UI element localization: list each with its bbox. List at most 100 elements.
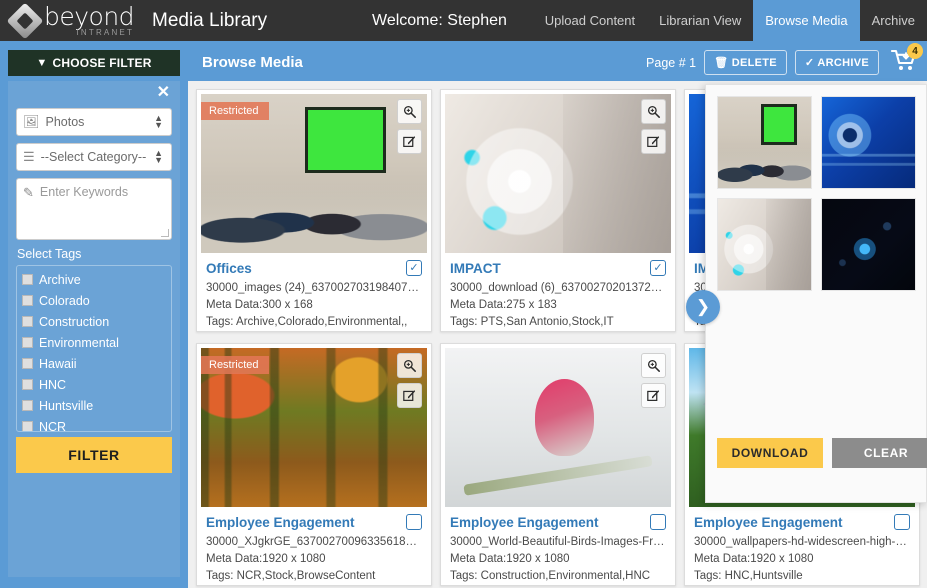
keywords-placeholder: Enter Keywords [39, 185, 129, 199]
media-type-value: Photos [45, 115, 85, 129]
card-image[interactable]: Restricted [201, 347, 427, 507]
keywords-input[interactable]: ✎ Enter Keywords [16, 178, 172, 240]
tag-item-ncr[interactable]: NCR [22, 416, 166, 431]
clear-button[interactable]: CLEAR [832, 438, 927, 468]
checkbox-icon[interactable] [22, 274, 33, 285]
filter-panel: ✕ 🖼 Photos ▲ ▼ ☰ --Select Category-- ▲ ▼ ✎… [8, 81, 180, 577]
edit-icon[interactable] [397, 382, 422, 408]
card-checkbox[interactable]: ✓ [406, 260, 422, 276]
trash-icon: 🗑 [714, 57, 729, 69]
archive-label: ARCHIVE [817, 57, 869, 69]
edit-icon[interactable] [397, 129, 422, 154]
tag-label: Archive [39, 272, 81, 287]
list-icon: ☰ [23, 149, 35, 164]
thumbnail-image [445, 94, 671, 253]
cart-thumbnail[interactable] [717, 96, 812, 189]
card-title[interactable]: Employee Engagement [206, 515, 422, 530]
select-tags-label: Select Tags [17, 247, 82, 261]
tag-item-huntsville[interactable]: Huntsville [22, 395, 166, 416]
magnifier-icon[interactable] [641, 99, 666, 124]
category-select[interactable]: ☰ --Select Category-- ▲ ▼ [16, 143, 172, 171]
magnifier-icon[interactable] [641, 352, 666, 378]
top-navigation-bar: beyond INTRANET Media Library Welcome: S… [0, 0, 927, 41]
card-title[interactable]: IMPACT [450, 261, 666, 276]
download-button[interactable]: DOWNLOAD [717, 438, 823, 468]
category-value: --Select Category-- [40, 150, 147, 164]
card-checkbox[interactable] [650, 513, 666, 530]
checkbox-icon[interactable] [22, 337, 33, 348]
media-card[interactable]: Employee Engagement 30000_World-Beautifu… [440, 342, 676, 586]
card-filename: 30000_images (24)_637002703198407630... [206, 282, 422, 294]
card-title[interactable]: Offices [206, 261, 422, 276]
card-image[interactable] [445, 347, 671, 507]
delete-button[interactable]: 🗑 DELETE [704, 50, 787, 75]
brand-text: beyond INTRANET [44, 4, 135, 37]
tag-item-hnc[interactable]: HNC [22, 374, 166, 395]
thumbnail-image [822, 199, 915, 290]
card-filename: 30000_download (6)_63700270201372946... [450, 282, 666, 294]
checkbox-icon[interactable] [22, 421, 33, 431]
card-checkbox[interactable] [406, 513, 422, 530]
cart-thumbnail[interactable] [821, 198, 916, 291]
nav-item-browse-media[interactable]: Browse Media [753, 0, 860, 41]
funnel-icon: ▼ [36, 57, 48, 69]
tag-item-archive[interactable]: Archive [22, 269, 166, 290]
tags-list: Archive Colorado Construction Environmen… [16, 265, 172, 432]
media-card[interactable]: Restricted Offices ✓ 30000_images (24)_6… [196, 89, 432, 332]
image-tools [397, 99, 422, 154]
app-title: Media Library [152, 9, 268, 31]
nav-item-archive[interactable]: Archive [860, 0, 927, 41]
card-title[interactable]: Employee Engagement [450, 515, 666, 530]
media-type-select[interactable]: 🖼 Photos ▲ ▼ [16, 108, 172, 136]
checkbox-icon[interactable] [22, 400, 33, 411]
card-filename: 30000_World-Beautiful-Birds-Images-Free-… [450, 535, 666, 548]
media-card[interactable]: Restricted Employee Engagement 30000_XJg… [196, 342, 432, 586]
nav-item-upload-content[interactable]: Upload Content [533, 0, 647, 41]
card-title[interactable]: Employee Engagement [694, 515, 910, 530]
diamond-logo-icon [6, 2, 44, 39]
filter-button[interactable]: FILTER [16, 437, 172, 473]
chevron-updown-icon: ▲ ▼ [154, 113, 163, 130]
archive-button[interactable]: ✓ ARCHIVE [794, 50, 879, 75]
carousel-next-button[interactable]: ❯ [686, 290, 720, 324]
card-filename: 30000_XJgkrGE_637002700963356182.jpg [206, 535, 422, 548]
tag-item-construction[interactable]: Construction [22, 311, 166, 332]
card-checkbox[interactable] [894, 513, 910, 530]
card-body: Employee Engagement 30000_World-Beautifu… [441, 507, 675, 585]
choose-filter-button[interactable]: ▼ CHOOSE FILTER [8, 50, 180, 76]
card-body: Employee Engagement 30000_wallpapers-hd-… [685, 507, 919, 585]
card-image[interactable]: Restricted [201, 94, 427, 253]
tag-label: Environmental [39, 335, 119, 350]
nav-item-librarian-view[interactable]: Librarian View [647, 0, 753, 41]
magnifier-icon[interactable] [397, 99, 422, 124]
media-card[interactable]: IMPACT ✓ 30000_download (6)_637002702013… [440, 89, 676, 332]
chevron-updown-icon: ▲ ▼ [154, 148, 163, 165]
cart-flyout-panel: DOWNLOAD CLEAR [705, 84, 927, 503]
card-image[interactable] [445, 94, 671, 253]
edit-icon[interactable] [641, 129, 666, 154]
cart-thumbnail[interactable] [821, 96, 916, 189]
cart-button[interactable]: 4 [887, 43, 923, 76]
page-title: Browse Media [202, 54, 303, 71]
restricted-badge: Restricted [201, 355, 269, 374]
checkbox-icon[interactable] [22, 379, 33, 390]
tag-item-environmental[interactable]: Environmental [22, 332, 166, 353]
cart-thumbnail[interactable] [717, 198, 812, 291]
resize-grip-icon[interactable] [161, 229, 169, 237]
image-tools [641, 352, 666, 408]
check-icon: ✓ [804, 57, 815, 69]
card-checkbox[interactable]: ✓ [650, 260, 666, 276]
card-body: Offices ✓ 30000_images (24)_637002703198… [197, 253, 431, 331]
close-icon[interactable]: ✕ [16, 85, 172, 101]
thumbnail-image [718, 97, 811, 188]
checkbox-icon[interactable] [22, 358, 33, 369]
magnifier-icon[interactable] [397, 352, 422, 378]
pencil-icon: ✎ [23, 185, 34, 200]
card-metadata: Meta Data:300 x 168 [206, 299, 313, 311]
edit-icon[interactable] [641, 382, 666, 408]
tag-item-colorado[interactable]: Colorado [22, 290, 166, 311]
checkbox-icon[interactable] [22, 295, 33, 306]
checkbox-icon[interactable] [22, 316, 33, 327]
brand-logo[interactable]: beyond INTRANET [0, 2, 140, 39]
tag-item-hawaii[interactable]: Hawaii [22, 353, 166, 374]
